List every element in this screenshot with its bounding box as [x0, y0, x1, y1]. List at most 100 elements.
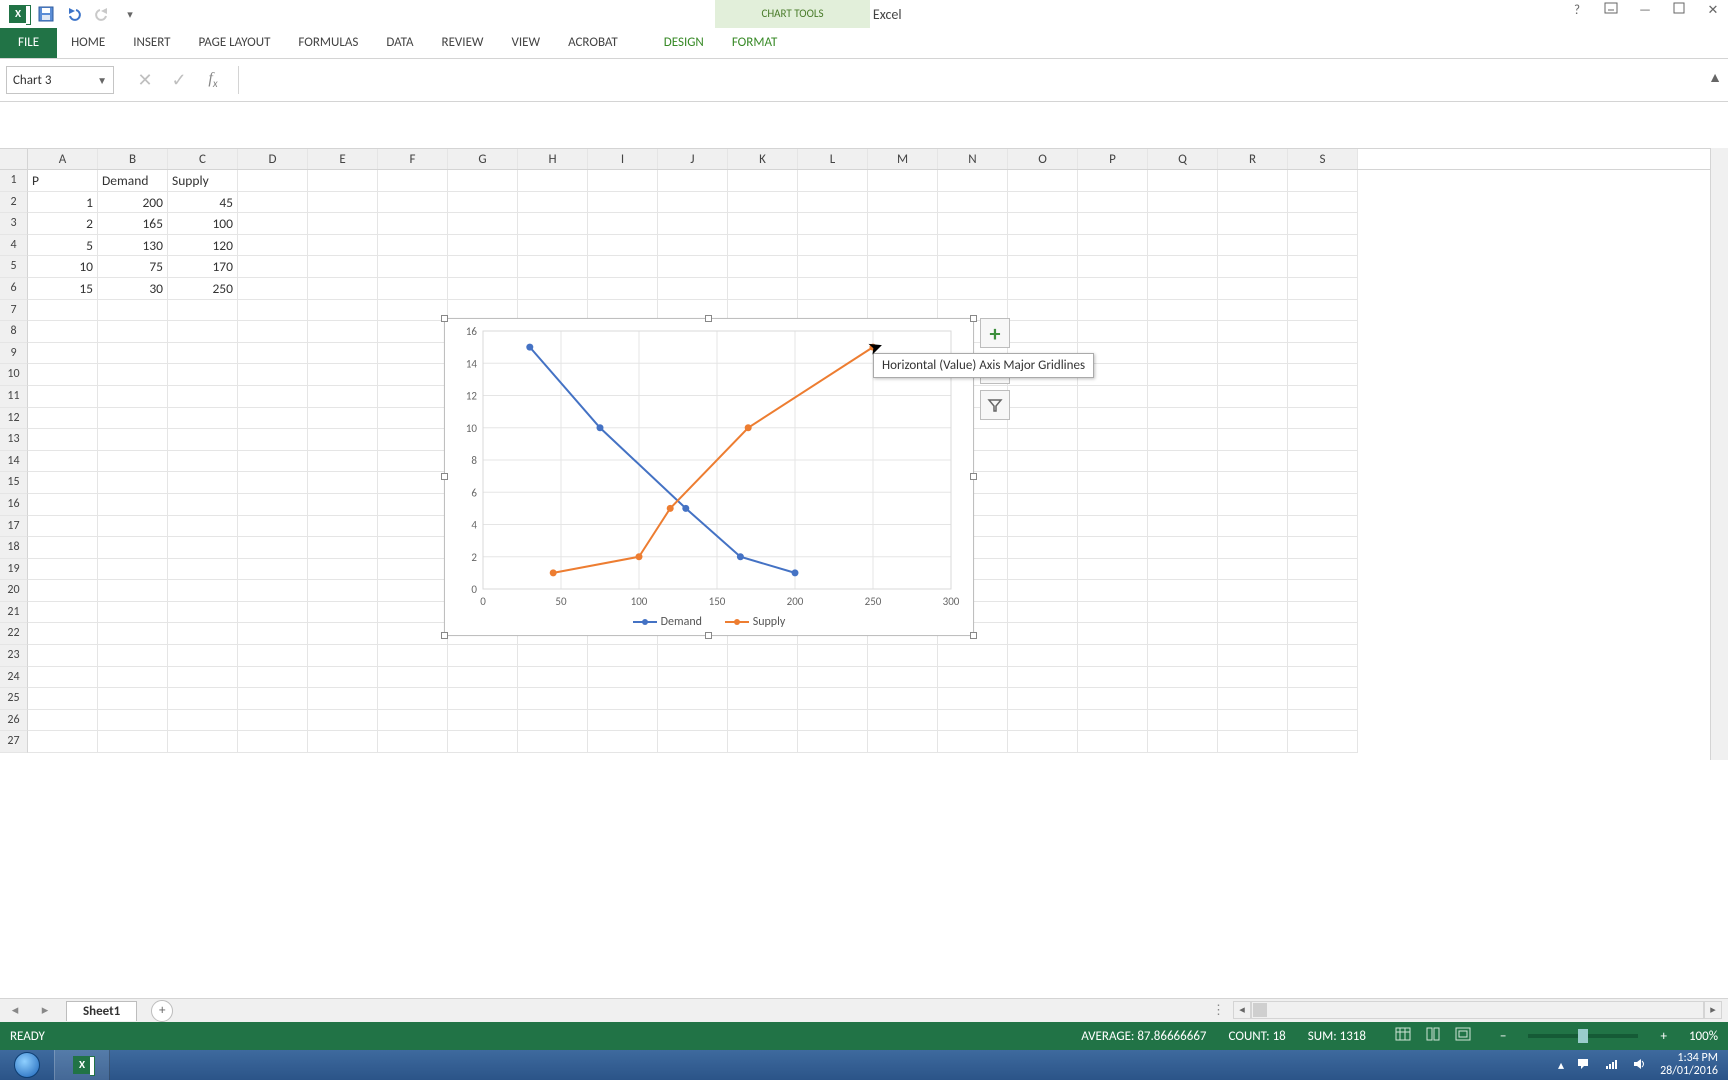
row-header-14[interactable]: 14: [0, 451, 28, 473]
cell-D27[interactable]: [238, 731, 308, 753]
row-header-6[interactable]: 6: [0, 278, 28, 300]
cell-K3[interactable]: [728, 213, 798, 235]
cell-R19[interactable]: [1218, 559, 1288, 581]
cell-R13[interactable]: [1218, 429, 1288, 451]
tab-acrobat[interactable]: ACROBAT: [554, 28, 632, 58]
cell-F7[interactable]: [378, 300, 448, 322]
tray-volume-icon[interactable]: [1632, 1057, 1648, 1073]
cell-Q11[interactable]: [1148, 386, 1218, 408]
cell-P15[interactable]: [1078, 472, 1148, 494]
sheet-nav-buttons[interactable]: ◂▸: [0, 1003, 60, 1018]
cell-J23[interactable]: [658, 645, 728, 667]
cell-E23[interactable]: [308, 645, 378, 667]
column-header-S[interactable]: S: [1288, 149, 1358, 169]
row-header-8[interactable]: 8: [0, 321, 28, 343]
cell-P1[interactable]: [1078, 170, 1148, 192]
cell-A25[interactable]: [28, 688, 98, 710]
insert-function-button[interactable]: fx: [196, 66, 230, 94]
cell-S5[interactable]: [1288, 256, 1358, 278]
row-header-19[interactable]: 19: [0, 559, 28, 581]
cell-M6[interactable]: [868, 278, 938, 300]
cell-I5[interactable]: [588, 256, 658, 278]
cell-D18[interactable]: [238, 537, 308, 559]
cell-F9[interactable]: [378, 343, 448, 365]
cell-G23[interactable]: [448, 645, 518, 667]
cell-D2[interactable]: [238, 192, 308, 214]
cell-C19[interactable]: [168, 559, 238, 581]
cell-M24[interactable]: [868, 667, 938, 689]
row-header-21[interactable]: 21: [0, 602, 28, 624]
cell-D19[interactable]: [238, 559, 308, 581]
cell-A15[interactable]: [28, 472, 98, 494]
cell-E10[interactable]: [308, 364, 378, 386]
resize-handle[interactable]: [441, 473, 448, 480]
cell-A9[interactable]: [28, 343, 98, 365]
cell-D1[interactable]: [238, 170, 308, 192]
cell-H25[interactable]: [518, 688, 588, 710]
cell-F4[interactable]: [378, 235, 448, 257]
cell-Q23[interactable]: [1148, 645, 1218, 667]
cell-K6[interactable]: [728, 278, 798, 300]
column-header-C[interactable]: C: [168, 149, 238, 169]
undo-button[interactable]: [60, 2, 88, 26]
cell-S15[interactable]: [1288, 472, 1358, 494]
ribbon-display-options[interactable]: [1602, 2, 1620, 18]
cell-Q9[interactable]: [1148, 343, 1218, 365]
cell-P17[interactable]: [1078, 516, 1148, 538]
cell-A7[interactable]: [28, 300, 98, 322]
cell-D11[interactable]: [238, 386, 308, 408]
cell-P24[interactable]: [1078, 667, 1148, 689]
cell-J6[interactable]: [658, 278, 728, 300]
row-header-20[interactable]: 20: [0, 580, 28, 602]
cell-E21[interactable]: [308, 602, 378, 624]
cell-B6[interactable]: 30: [98, 278, 168, 300]
select-all-corner[interactable]: [0, 149, 28, 169]
cell-A18[interactable]: [28, 537, 98, 559]
cell-S25[interactable]: [1288, 688, 1358, 710]
cell-F2[interactable]: [378, 192, 448, 214]
horizontal-scrollbar[interactable]: [1251, 1001, 1704, 1019]
cell-A27[interactable]: [28, 731, 98, 753]
cell-B11[interactable]: [98, 386, 168, 408]
cell-B8[interactable]: [98, 321, 168, 343]
cell-E14[interactable]: [308, 451, 378, 473]
cell-D4[interactable]: [238, 235, 308, 257]
cell-E22[interactable]: [308, 623, 378, 645]
row-header-4[interactable]: 4: [0, 235, 28, 257]
cell-F14[interactable]: [378, 451, 448, 473]
cell-S26[interactable]: [1288, 710, 1358, 732]
cell-R18[interactable]: [1218, 537, 1288, 559]
minimize-button[interactable]: —: [1636, 3, 1654, 18]
cell-B12[interactable]: [98, 408, 168, 430]
cell-E3[interactable]: [308, 213, 378, 235]
cell-R7[interactable]: [1218, 300, 1288, 322]
cell-G25[interactable]: [448, 688, 518, 710]
taskbar-clock[interactable]: 1:34 PM 28/01/2016: [1660, 1052, 1718, 1078]
cell-R6[interactable]: [1218, 278, 1288, 300]
cell-S18[interactable]: [1288, 537, 1358, 559]
cell-A12[interactable]: [28, 408, 98, 430]
cell-R10[interactable]: [1218, 364, 1288, 386]
row-header-27[interactable]: 27: [0, 731, 28, 753]
cell-I6[interactable]: [588, 278, 658, 300]
cell-K23[interactable]: [728, 645, 798, 667]
cell-F3[interactable]: [378, 213, 448, 235]
cell-L6[interactable]: [798, 278, 868, 300]
cell-F12[interactable]: [378, 408, 448, 430]
cell-E1[interactable]: [308, 170, 378, 192]
cell-N26[interactable]: [938, 710, 1008, 732]
cell-J1[interactable]: [658, 170, 728, 192]
cell-S20[interactable]: [1288, 580, 1358, 602]
cell-A16[interactable]: [28, 494, 98, 516]
cell-A19[interactable]: [28, 559, 98, 581]
cell-H2[interactable]: [518, 192, 588, 214]
cell-F5[interactable]: [378, 256, 448, 278]
cell-H26[interactable]: [518, 710, 588, 732]
cell-C4[interactable]: 120: [168, 235, 238, 257]
new-sheet-button[interactable]: +: [151, 1000, 173, 1022]
column-header-K[interactable]: K: [728, 149, 798, 169]
column-headers[interactable]: ABCDEFGHIJKLMNOPQRS: [0, 148, 1728, 170]
cell-S6[interactable]: [1288, 278, 1358, 300]
cell-Q10[interactable]: [1148, 364, 1218, 386]
cell-E17[interactable]: [308, 516, 378, 538]
